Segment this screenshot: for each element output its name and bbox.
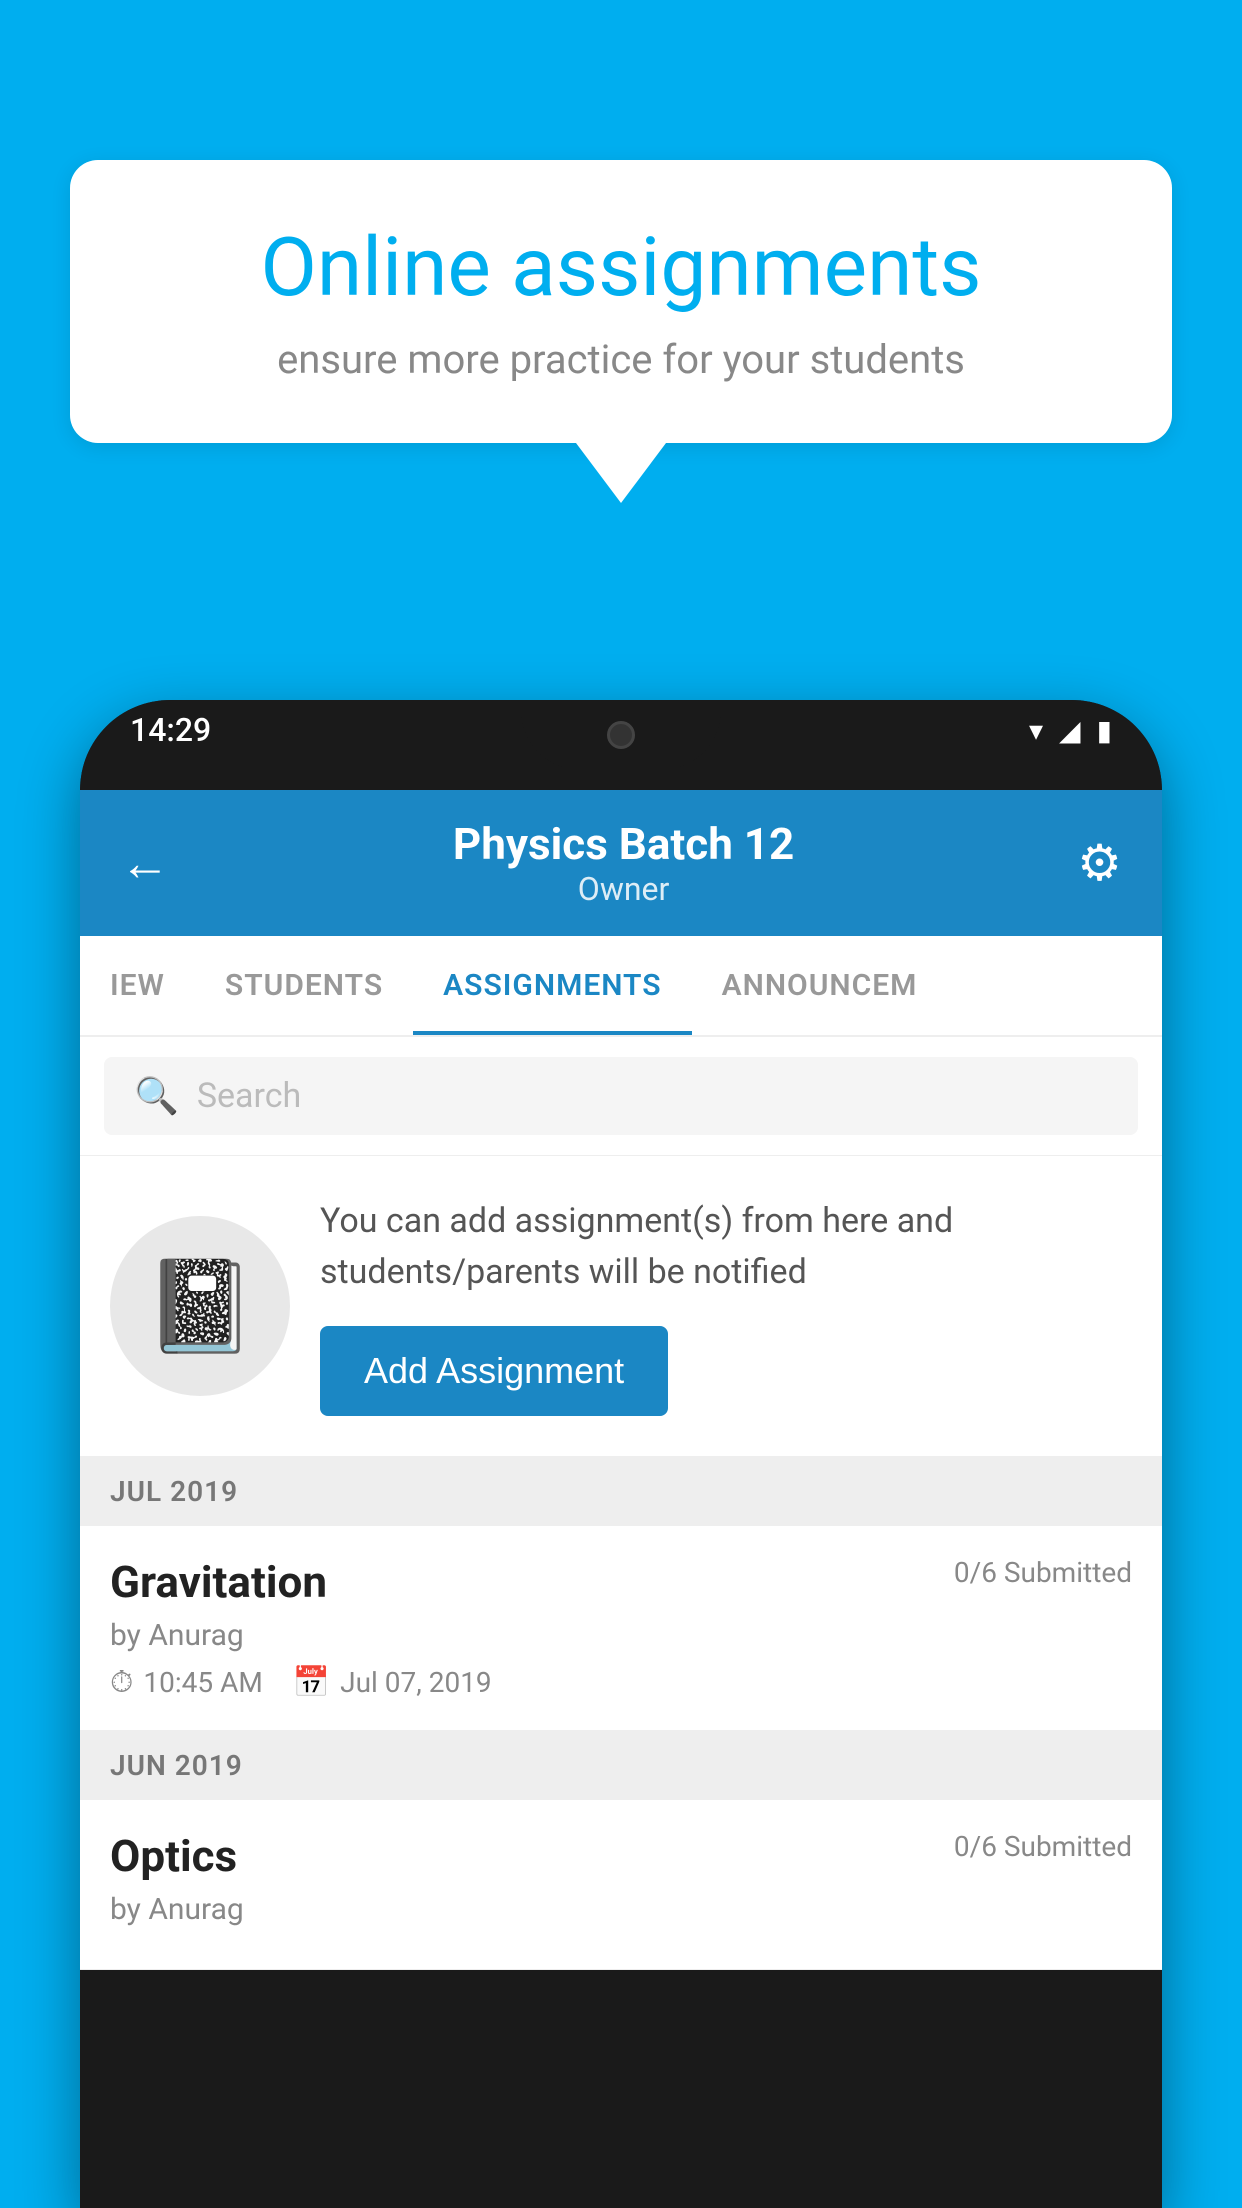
speech-bubble: Online assignments ensure more practice … xyxy=(70,160,1172,443)
assignment-time-value: 10:45 AM xyxy=(143,1666,262,1699)
search-placeholder: Search xyxy=(197,1076,301,1116)
speech-bubble-container: Online assignments ensure more practice … xyxy=(70,160,1172,503)
assignment-by-gravitation: by Anurag xyxy=(110,1618,1132,1653)
assignment-top-row: Gravitation 0/6 Submitted xyxy=(110,1556,1132,1608)
assignment-submitted-optics: 0/6 Submitted xyxy=(954,1830,1132,1863)
speech-bubble-arrow xyxy=(576,443,666,503)
tabs-bar: IEW STUDENTS ASSIGNMENTS ANNOUNCEM xyxy=(80,936,1162,1037)
tab-students[interactable]: STUDENTS xyxy=(195,936,413,1035)
assignment-date-value: Jul 07, 2019 xyxy=(340,1666,492,1699)
search-bar[interactable]: 🔍 Search xyxy=(104,1057,1138,1135)
tab-announcements[interactable]: ANNOUNCEM xyxy=(692,936,948,1035)
assignment-top-row-optics: Optics 0/6 Submitted xyxy=(110,1830,1132,1882)
clock-icon: ⏱ xyxy=(110,1665,133,1700)
status-icons: ▾ ◢ ▮ xyxy=(1029,714,1112,747)
battery-icon: ▮ xyxy=(1097,714,1112,747)
assignment-item-optics[interactable]: Optics 0/6 Submitted by Anurag xyxy=(80,1800,1162,1970)
assignment-name-optics: Optics xyxy=(110,1830,237,1882)
phone-top-bar: 14:29 ▾ ◢ ▮ xyxy=(80,700,1162,790)
assignment-date-gravitation: 📅 Jul 07, 2019 xyxy=(293,1665,492,1700)
notebook-icon: 📓 xyxy=(144,1254,256,1359)
back-button[interactable]: ← xyxy=(120,834,170,893)
assignment-item-gravitation[interactable]: Gravitation 0/6 Submitted by Anurag ⏱ 10… xyxy=(80,1526,1162,1731)
app-header: ← Physics Batch 12 Owner ⚙ xyxy=(80,790,1162,936)
header-title-group: Physics Batch 12 Owner xyxy=(453,818,794,908)
header-subtitle: Owner xyxy=(453,870,794,908)
assignment-meta-gravitation: ⏱ 10:45 AM 📅 Jul 07, 2019 xyxy=(110,1665,1132,1700)
section-header-jul: JUL 2019 xyxy=(80,1457,1162,1526)
promo-icon-circle: 📓 xyxy=(110,1216,290,1396)
assignment-time-gravitation: ⏱ 10:45 AM xyxy=(110,1665,263,1700)
section-header-jun-label: JUN 2019 xyxy=(110,1749,243,1782)
assignment-by-optics: by Anurag xyxy=(110,1892,1132,1927)
app-screen: ← Physics Batch 12 Owner ⚙ IEW STUDENTS … xyxy=(80,790,1162,1970)
section-header-jul-label: JUL 2019 xyxy=(110,1475,238,1508)
promo-content: You can add assignment(s) from here and … xyxy=(320,1196,1132,1416)
camera xyxy=(607,721,635,749)
phone-notch xyxy=(521,700,721,770)
tab-iew[interactable]: IEW xyxy=(80,936,195,1035)
section-header-jun: JUN 2019 xyxy=(80,1731,1162,1800)
assignment-name-gravitation: Gravitation xyxy=(110,1556,327,1608)
speech-bubble-title: Online assignments xyxy=(140,220,1102,316)
assignment-submitted-gravitation: 0/6 Submitted xyxy=(954,1556,1132,1589)
add-assignment-button[interactable]: Add Assignment xyxy=(320,1326,668,1416)
wifi-icon: ▾ xyxy=(1029,714,1043,747)
speech-bubble-subtitle: ensure more practice for your students xyxy=(140,336,1102,383)
settings-icon[interactable]: ⚙ xyxy=(1077,834,1122,893)
tab-assignments[interactable]: ASSIGNMENTS xyxy=(413,936,691,1035)
status-time: 14:29 xyxy=(130,711,211,749)
search-bar-container: 🔍 Search xyxy=(80,1037,1162,1156)
promo-text: You can add assignment(s) from here and … xyxy=(320,1196,1132,1298)
signal-icon: ◢ xyxy=(1059,714,1081,747)
calendar-icon: 📅 xyxy=(293,1665,330,1700)
promo-card: 📓 You can add assignment(s) from here an… xyxy=(80,1156,1162,1457)
phone-mockup: 14:29 ▾ ◢ ▮ ← Physics Batch 12 Owner ⚙ I… xyxy=(80,700,1162,2208)
search-icon: 🔍 xyxy=(134,1075,179,1117)
header-title: Physics Batch 12 xyxy=(453,818,794,870)
